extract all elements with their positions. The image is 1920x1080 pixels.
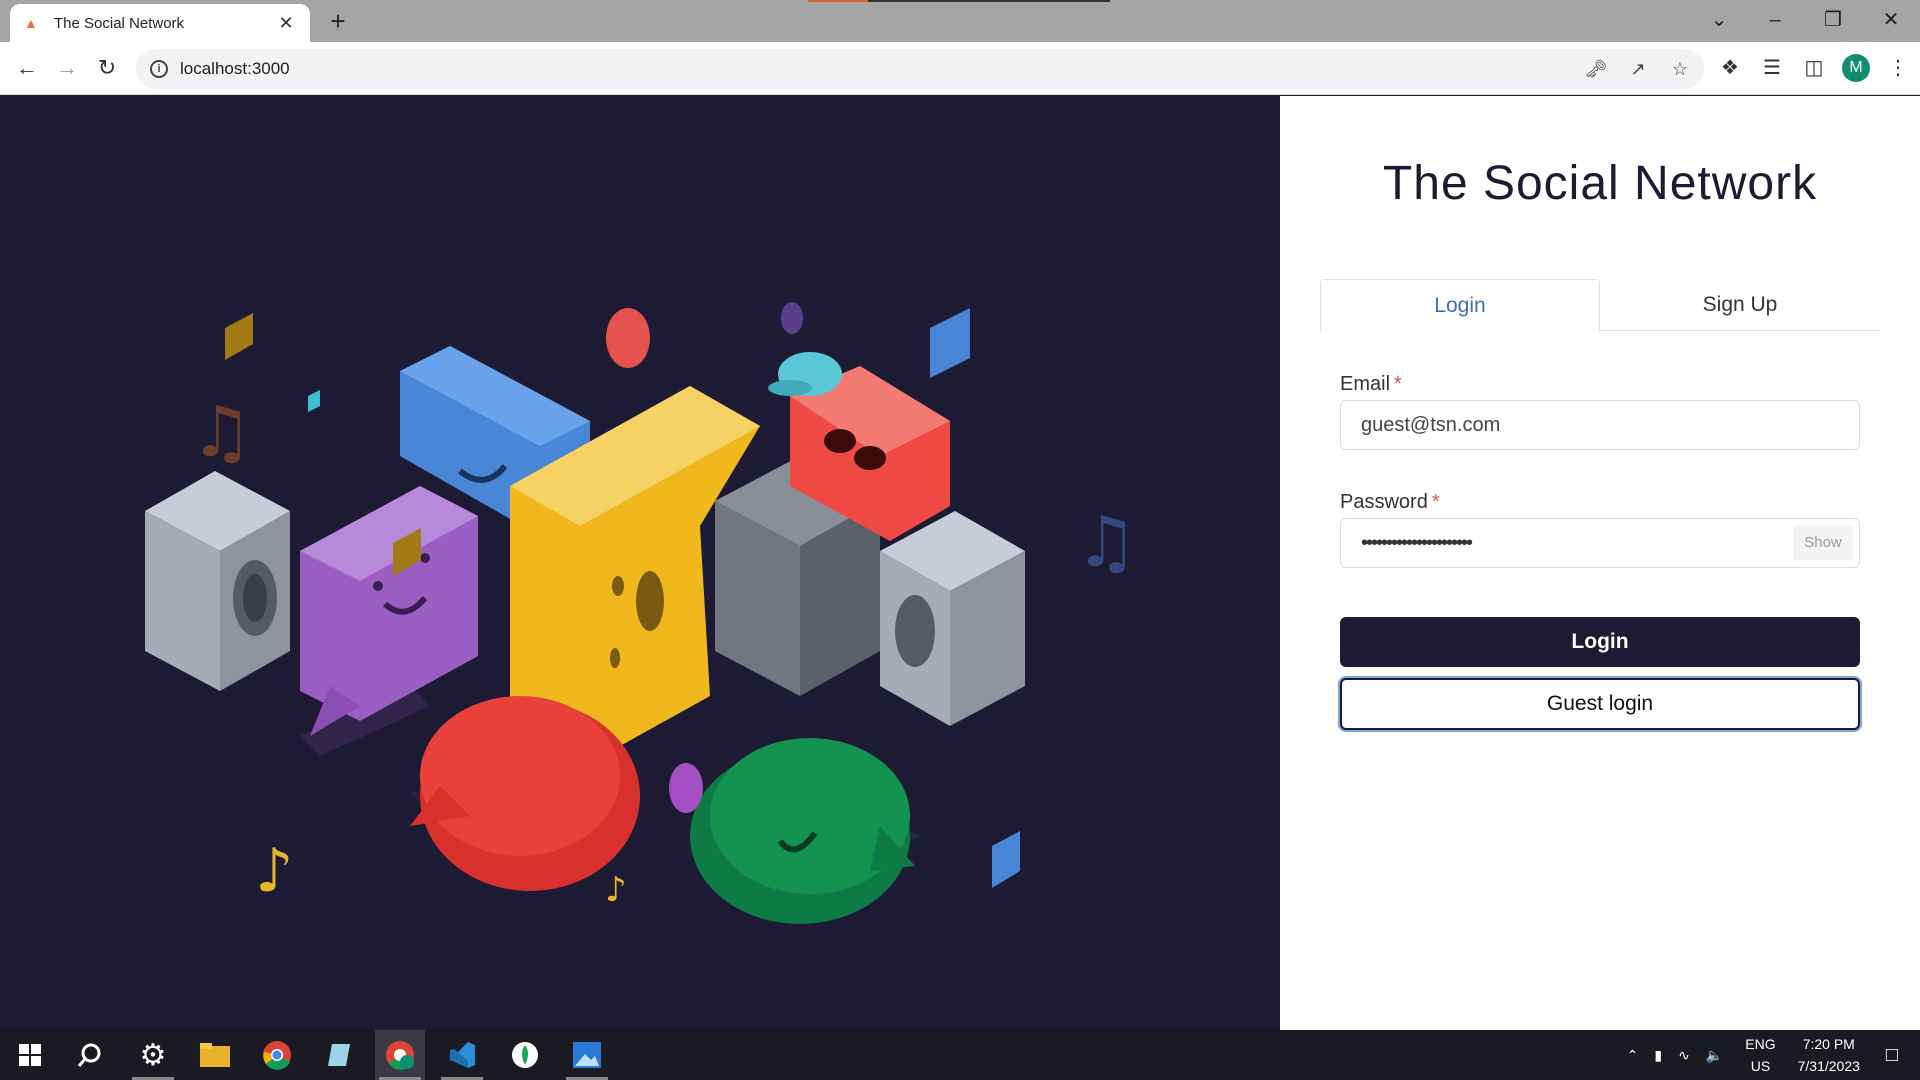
email-label: Email * <box>1340 373 1402 396</box>
extensions-puzzle-icon[interactable]: ❖ <box>1716 54 1744 82</box>
tab-login[interactable]: Login <box>1320 279 1600 331</box>
required-marker: * <box>1431 491 1440 513</box>
restore-icon[interactable]: ❐ <box>1818 6 1848 34</box>
omnibox-actions: 🗝 ↗ ☆ <box>1584 57 1692 81</box>
password-field[interactable]: •••••••••••••••••••••• Show <box>1340 518 1860 568</box>
side-panel-icon[interactable]: ◫ <box>1800 54 1828 82</box>
required-marker: * <box>1394 373 1402 395</box>
svg-text:♪: ♪ <box>255 836 293 906</box>
share-icon[interactable]: ↗ <box>1626 57 1650 81</box>
toolbar-right: ❖ ☰ ◫ M ⋮ <box>1716 54 1912 82</box>
volume-icon[interactable]: 🔈 <box>1706 1047 1723 1064</box>
close-tab-icon[interactable]: ✕ <box>276 13 296 34</box>
browser-tab[interactable]: ▲ The Social Network ✕ <box>10 4 310 42</box>
site-favicon-icon: ▲ <box>24 15 38 31</box>
search-icon[interactable] <box>65 1030 115 1080</box>
show-hidden-icons-chevron-icon[interactable]: ⌃ <box>1627 1047 1639 1064</box>
login-button[interactable]: Login <box>1340 617 1860 667</box>
region-code: US <box>1750 1058 1771 1074</box>
photos-icon[interactable] <box>562 1030 612 1080</box>
windows-start-icon[interactable] <box>5 1030 55 1080</box>
bookmark-star-icon[interactable]: ☆ <box>1668 57 1692 81</box>
profile-avatar[interactable]: M <box>1842 54 1870 82</box>
tab-loading-indicator <box>808 0 1110 2</box>
hero-illustration: ♫ ♫ ♪ ♪ <box>0 96 1280 1030</box>
svg-text:♪: ♪ <box>605 870 627 910</box>
browser-tabstrip: ▲ The Social Network ✕ + ⌄ – ❐ ✕ <box>0 0 1920 42</box>
reload-icon[interactable]: ↻ <box>92 53 122 83</box>
windows-taskbar: ⚙ ⌃ ▮ ∿ 🔈 ENG US 7:20 PM 7/31/2023 □ <box>0 1030 1920 1080</box>
chat-bubbles-illustration: ♫ ♫ ♪ ♪ <box>145 302 1138 924</box>
password-label-text: Password <box>1340 491 1428 513</box>
media-queue-icon[interactable]: ☰ <box>1758 54 1786 82</box>
url-text: localhost:3000 <box>180 59 290 78</box>
email-value: guest@tsn.com <box>1361 413 1501 436</box>
guest-login-button[interactable]: Guest login <box>1340 678 1860 730</box>
tab-search-chevron-icon[interactable]: ⌄ <box>1704 6 1734 34</box>
show-password-button[interactable]: Show <box>1793 525 1853 561</box>
email-label-text: Email <box>1340 373 1391 395</box>
system-tray: ⌃ ▮ ∿ 🔈 ENG US 7:20 PM 7/31/2023 □ <box>1619 1030 1920 1080</box>
settings-gear-icon[interactable]: ⚙ <box>128 1030 178 1080</box>
svg-text:♫: ♫ <box>190 391 253 473</box>
forward-arrow-icon[interactable]: → <box>52 53 82 83</box>
vscode-icon[interactable] <box>437 1030 487 1080</box>
notepad-icon[interactable] <box>314 1030 364 1080</box>
input-language[interactable]: ENG US <box>1745 1033 1775 1077</box>
key-icon[interactable]: 🗝 <box>1584 57 1608 81</box>
chrome-icon[interactable] <box>252 1030 302 1080</box>
menu-kebab-icon[interactable]: ⋮ <box>1884 54 1912 82</box>
browser-toolbar: ← → ↻ i localhost:3000 🗝 ↗ ☆ ❖ ☰ ◫ M ⋮ <box>0 42 1920 95</box>
back-arrow-icon[interactable]: ← <box>12 53 42 83</box>
battery-icon[interactable]: ▮ <box>1654 1047 1662 1064</box>
chrome-profile-icon[interactable] <box>375 1030 425 1080</box>
auth-panel: The Social Network Login Sign Up Email * … <box>1280 96 1920 1030</box>
address-bar[interactable]: i localhost:3000 🗝 ↗ ☆ <box>136 49 1704 89</box>
language-code: ENG <box>1745 1036 1776 1052</box>
notifications-icon[interactable]: □ <box>1886 1044 1898 1067</box>
clock-date: 7/31/2023 <box>1797 1058 1860 1074</box>
password-value: •••••••••••••••••••••• <box>1361 531 1473 554</box>
tab-sign-up[interactable]: Sign Up <box>1600 279 1880 331</box>
close-window-icon[interactable]: ✕ <box>1876 6 1906 34</box>
auth-tabs: Login Sign Up <box>1320 279 1880 331</box>
site-info-icon[interactable]: i <box>150 60 168 78</box>
mongodb-compass-icon[interactable] <box>500 1030 550 1080</box>
svg-text:♫: ♫ <box>1075 501 1138 583</box>
wifi-icon[interactable]: ∿ <box>1678 1047 1690 1064</box>
tab-title: The Social Network <box>54 14 185 32</box>
clock-time: 7:20 PM <box>1802 1036 1855 1052</box>
new-tab-button[interactable]: + <box>324 6 352 36</box>
password-label: Password * <box>1340 491 1440 514</box>
email-field[interactable]: guest@tsn.com <box>1340 400 1860 450</box>
minimize-icon[interactable]: – <box>1760 6 1790 34</box>
clock[interactable]: 7:20 PM 7/31/2023 <box>1798 1033 1860 1077</box>
page-title: The Social Network <box>1382 157 1818 210</box>
file-explorer-icon[interactable] <box>190 1030 240 1080</box>
